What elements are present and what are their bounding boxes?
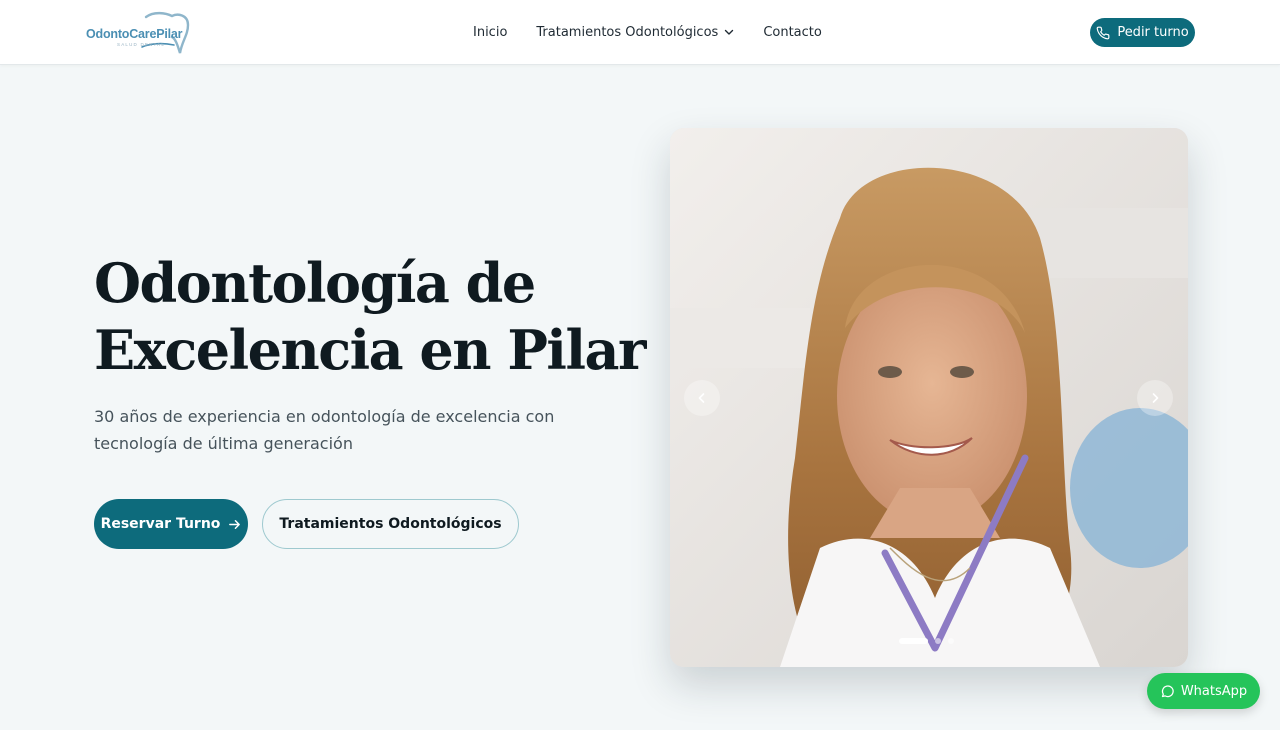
site-header: OdontoCarePilar SALUD DENTAL Inicio Trat… — [0, 0, 1280, 65]
tratamientos-button[interactable]: Tratamientos Odontológicos — [262, 499, 519, 549]
nav-item-tratamientos-label: Tratamientos Odontológicos — [536, 24, 719, 40]
dentist-photo — [670, 128, 1188, 667]
carousel-dot-1[interactable] — [899, 638, 928, 644]
reservar-turno-label: Reservar Turno — [100, 516, 221, 532]
chevron-down-icon — [724, 27, 734, 37]
hero-title-line2: Excelencia en Pilar — [94, 318, 646, 382]
hero-title: Odontología de Excelencia en Pilar — [94, 250, 654, 384]
carousel-dots — [899, 638, 961, 644]
logo-text: OdontoCarePilar — [86, 27, 183, 41]
chevron-left-icon — [696, 392, 708, 404]
hero-title-line1: Odontología de — [94, 251, 536, 315]
logo-tagline: SALUD DENTAL — [117, 42, 166, 47]
nav-item-contacto[interactable]: Contacto — [763, 25, 822, 40]
whatsapp-icon — [1160, 684, 1175, 699]
hero-subtitle: 30 años de experiencia en odontología de… — [94, 407, 555, 453]
whatsapp-label: WhatsApp — [1180, 683, 1248, 699]
carousel-dot-2[interactable] — [935, 638, 941, 644]
chevron-right-icon — [1149, 392, 1161, 404]
arrow-right-icon — [228, 518, 241, 531]
carousel-prev-button[interactable] — [684, 380, 720, 416]
whatsapp-button[interactable]: WhatsApp — [1147, 673, 1260, 709]
phone-icon — [1096, 26, 1110, 40]
nav-item-tratamientos[interactable]: Tratamientos Odontológicos — [536, 25, 734, 40]
hero-carousel — [670, 128, 1188, 667]
nav-item-inicio[interactable]: Inicio — [473, 25, 507, 40]
pedir-turno-button[interactable]: Pedir turno — [1090, 18, 1195, 47]
carousel-next-button[interactable] — [1137, 380, 1173, 416]
pedir-turno-label: Pedir turno — [1117, 25, 1189, 40]
logo[interactable]: OdontoCarePilar SALUD DENTAL — [86, 9, 192, 55]
main-nav: Inicio Tratamientos Odontológicos Contac… — [473, 0, 851, 64]
reservar-turno-button[interactable]: Reservar Turno — [94, 499, 248, 549]
carousel-dot-3[interactable] — [948, 638, 954, 644]
